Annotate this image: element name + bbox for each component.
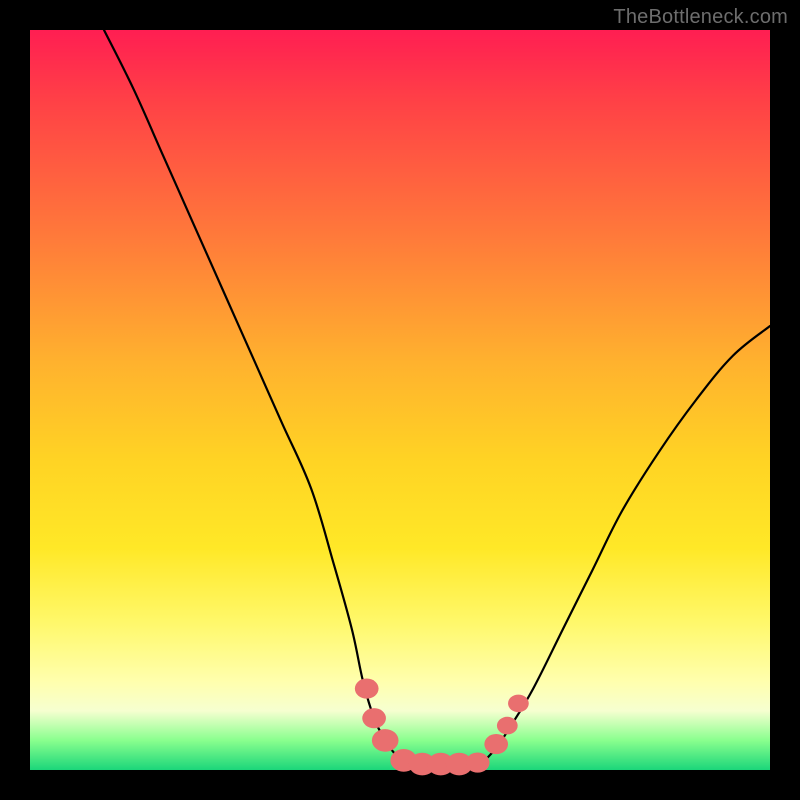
valley-bead bbox=[362, 708, 386, 728]
valley-bead bbox=[508, 695, 529, 713]
valley-bead bbox=[372, 729, 399, 752]
valley-bead bbox=[497, 717, 518, 735]
watermark-label: TheBottleneck.com bbox=[613, 6, 788, 29]
plot-area bbox=[30, 30, 770, 770]
valley-beads-group bbox=[355, 679, 529, 776]
bottleneck-curve bbox=[104, 30, 770, 767]
chart-frame: TheBottleneck.com bbox=[0, 0, 800, 800]
valley-bead bbox=[484, 734, 508, 754]
valley-bead bbox=[355, 679, 379, 699]
valley-bead bbox=[466, 753, 490, 773]
curve-svg bbox=[30, 30, 770, 770]
